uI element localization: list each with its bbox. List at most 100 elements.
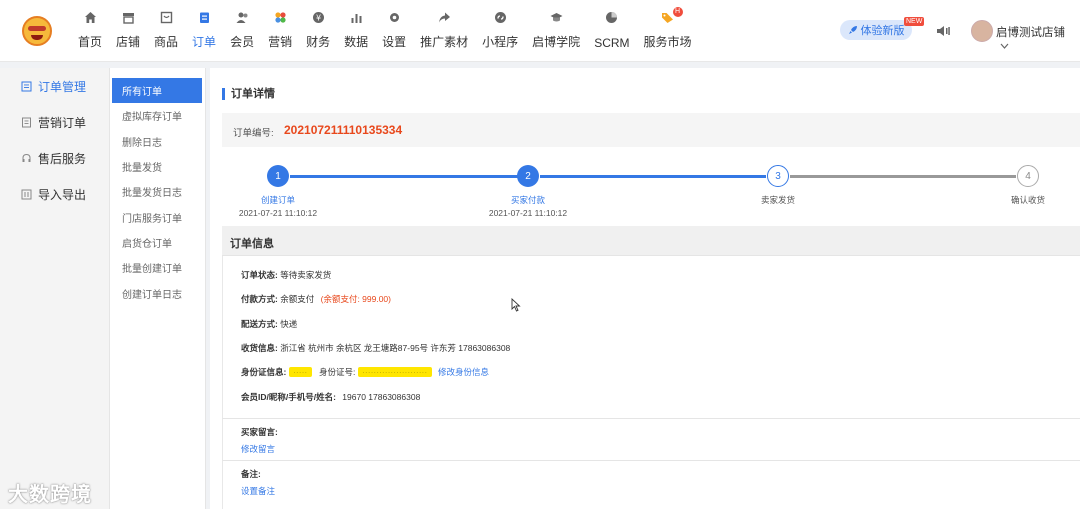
address-value: 浙江省 杭州市 余杭区 龙王塘路87-95号 许东芳 17863086308 [280, 343, 511, 353]
step-3-circle: 3 [767, 165, 789, 187]
subnav-item-batch-ship[interactable]: 批量发货 [112, 154, 202, 179]
nav-item-scrm[interactable]: SCRM [588, 10, 635, 50]
remark-box: 备注: 设置备注 [222, 460, 1080, 509]
nav-item-promo[interactable]: 推广素材 [414, 10, 474, 50]
avatar[interactable] [971, 20, 993, 42]
import-export-icon [20, 188, 32, 200]
academy-icon [549, 10, 563, 24]
nav-item-home[interactable]: 首页 [72, 10, 108, 50]
nav-item-academy[interactable]: 启博学院 [526, 10, 586, 50]
chevron-down-icon [1000, 43, 1009, 49]
masked-id-number: ······················· [357, 367, 432, 377]
nav-item-goods[interactable]: 商品 [148, 10, 184, 50]
new-tag: NEW [904, 17, 925, 26]
order-number: 202107211110135334 [284, 123, 403, 137]
step-4-label: 确认收货 [1010, 195, 1045, 205]
nav-label: 启博学院 [532, 35, 581, 49]
nav-label: 商品 [154, 35, 179, 49]
subnav-item-batch-ship-log[interactable]: 批量发货日志 [112, 179, 202, 204]
page-title: 订单详情 [222, 88, 275, 100]
nav-label: 设置 [382, 35, 407, 49]
remark-label: 备注: [241, 469, 261, 479]
order-detail-panel: 订单详情 订单编号: 202107211110135334 1 2 3 4 创建… [210, 68, 1080, 509]
nav-item-marketing[interactable]: 营销 [262, 10, 298, 50]
subnav-item-create-order-log[interactable]: 创建订单日志 [112, 280, 202, 305]
nav-item-miniprogram[interactable]: 小程序 [476, 10, 524, 50]
delivery-label: 配送方式: [241, 319, 278, 329]
nav-label: 店铺 [116, 35, 141, 49]
nav-item-service-market[interactable]: H 服务市场 [638, 7, 698, 50]
set-remark-link[interactable]: 设置备注 [241, 485, 275, 497]
step-1-circle: 1 [267, 165, 289, 187]
address-row: 收货信息: 浙江省 杭州市 余杭区 龙王塘路87-95号 许东芳 1786308… [241, 342, 510, 354]
payment-balance: (余额支付: 999.00) [320, 294, 391, 304]
subnav-item-delete-log[interactable]: 删除日志 [112, 129, 202, 154]
delivery-value: 快递 [280, 319, 298, 329]
edit-message-link[interactable]: 修改留言 [241, 443, 275, 455]
subnav-item-batch-create-orders[interactable]: 批量创建订单 [112, 255, 202, 280]
id-info-label: 身份证信息: [241, 367, 287, 377]
nav-label: 首页 [78, 35, 103, 49]
payment-value: 余额支付 [280, 294, 315, 304]
subnav-item-store-service-orders[interactable]: 门店服务订单 [112, 204, 202, 229]
share-icon [437, 10, 451, 24]
shop-name-menu[interactable]: 启博测试店铺 [996, 24, 1080, 52]
nav-label: 推广素材 [420, 35, 469, 49]
list-icon [20, 80, 32, 92]
step-3-label: 卖家发货 [760, 195, 795, 205]
sidebar-item-label: 营销订单 [38, 115, 87, 130]
sidebar-item-marketing-orders[interactable]: 营销订单 [0, 104, 109, 140]
sidebar-item-label: 订单管理 [38, 79, 87, 94]
try-new-version-label: 体验新版 [860, 25, 905, 37]
step-1-time: 2021-07-21 11:10:12 [238, 208, 318, 218]
subnav-item-warehouse-orders[interactable]: 启货仓订单 [112, 230, 202, 255]
order-status-value: 等待卖家发货 [280, 270, 332, 280]
try-new-version-button[interactable]: 体验新版 [840, 20, 912, 40]
order-status-row: 订单状态: 等待卖家发货 [241, 269, 331, 281]
nav-item-store[interactable]: 店铺 [110, 10, 146, 50]
subnav-item-all-orders[interactable]: 所有订单 [112, 78, 202, 104]
sidebar-item-order-management[interactable]: 订单管理 [0, 68, 109, 104]
member-icon [235, 10, 249, 24]
mouse-cursor-icon [511, 298, 521, 312]
payment-label: 付款方式: [241, 294, 278, 304]
miniprogram-icon [493, 10, 507, 24]
step-4-circle: 4 [1017, 165, 1039, 187]
sidebar-item-import-export[interactable]: 导入导出 [0, 176, 109, 212]
sidebar-item-label: 导入导出 [38, 187, 87, 202]
member-label: 会员ID/昵称/手机号/姓名: [241, 392, 336, 402]
id-number-label: 身份证号: [318, 367, 356, 377]
brand-logo[interactable] [22, 16, 52, 46]
masked-name: ····· [288, 367, 312, 377]
nav-item-order[interactable]: 订单 [186, 10, 222, 50]
subnav-item-virtual-stock-orders[interactable]: 虚拟库存订单 [112, 103, 202, 128]
step-2-time: 2021-07-21 11:10:12 [488, 208, 568, 218]
order-progress-steps: 1 2 3 4 创建订单 买家付款 卖家发货 确认收货 2021-07-21 1… [210, 162, 1080, 222]
scrm-icon [605, 10, 619, 24]
member-row: 会员ID/昵称/手机号/姓名: 19670 17863086308 [241, 391, 420, 403]
rocket-icon [848, 26, 857, 34]
delivery-row: 配送方式: 快递 [241, 318, 297, 330]
nav-item-settings[interactable]: 设置 [376, 10, 412, 50]
step-2-circle: 2 [517, 165, 539, 187]
service-market-icon: H [661, 7, 683, 24]
nav-item-data[interactable]: 数据 [338, 10, 374, 50]
order-number-box: 订单编号: 202107211110135334 [222, 113, 1080, 147]
sidebar-item-after-sales[interactable]: 售后服务 [0, 140, 109, 176]
home-icon [83, 10, 97, 24]
main-nav: 首页 店铺 商品 订单 会员 营销 ¥ 财务 数据 设置 推广素材 小程序 启博… [72, 7, 700, 50]
settings-icon [387, 10, 401, 24]
step-1-label: 创建订单 [260, 195, 295, 205]
edit-id-info-link[interactable]: 修改身份信息 [438, 367, 489, 377]
address-label: 收货信息: [241, 343, 278, 353]
nav-item-finance[interactable]: ¥ 财务 [300, 10, 336, 50]
watermark: 大数跨境 [8, 484, 92, 506]
nav-item-member[interactable]: 会员 [224, 10, 260, 50]
sidebar-item-label: 售后服务 [38, 151, 87, 166]
top-navbar: 首页 店铺 商品 订单 会员 营销 ¥ 财务 数据 设置 推广素材 小程序 启博… [0, 0, 1080, 62]
buyer-message-box: 买家留言: 修改留言 [222, 418, 1080, 460]
order-status-label: 订单状态: [241, 270, 278, 280]
id-info-row: 身份证信息: ····· 身份证号: ·····················… [241, 366, 489, 378]
nav-label: 财务 [306, 35, 331, 49]
speaker-icon[interactable] [936, 24, 950, 38]
